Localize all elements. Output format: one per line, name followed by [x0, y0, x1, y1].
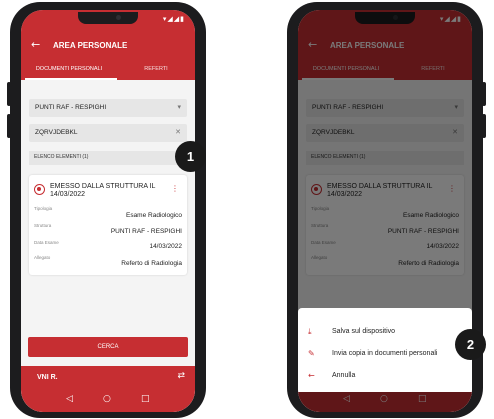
location-pin-icon [34, 184, 45, 195]
download-icon: ⤓ [308, 327, 312, 336]
camera-icon [116, 15, 121, 20]
field-label-struttura: Struttura [34, 223, 52, 228]
swap-user-icon[interactable]: ⇄ [177, 371, 185, 381]
app-screen: ▾◢◢▮ ← AREA PERSONALE DOCUMENTI PERSONAL… [298, 10, 472, 412]
bottom-sheet-menu: ⤓ Salva sul dispositivo ✎ Invia copia in… [298, 308, 472, 392]
camera-notch [78, 12, 138, 24]
page-title: AREA PERSONALE [53, 41, 128, 50]
app-screen: ▾◢◢▮ ← AREA PERSONALE DOCUMENTI PERSONAL… [21, 10, 195, 412]
volume-button [482, 114, 486, 138]
status-icons: ▾◢◢▮ [162, 15, 185, 23]
field-label-tipologia: Tipologia [34, 206, 53, 211]
arrow-left-icon[interactable]: ← [31, 38, 40, 51]
send-copy-label: Invia copia in documenti personali [332, 350, 438, 357]
main-content: PUNTI RAF - RESPIGHI ▾ ZQRVJDEBKL ✕ ELEN… [21, 80, 195, 412]
more-vertical-icon[interactable]: ⋮ [171, 184, 179, 193]
arrow-left-icon: ← [308, 371, 315, 380]
field-value-struttura: PUNTI RAF - RESPIGHI [110, 228, 182, 235]
field-label-data-esame: Data Esame [34, 240, 59, 245]
codice-value: ZQRVJDEBKL [35, 129, 78, 136]
nav-back-icon[interactable]: ◁ [66, 394, 73, 404]
tab-documenti-personali[interactable]: DOCUMENTI PERSONALI [21, 66, 117, 72]
clear-icon[interactable]: ✕ [175, 128, 181, 136]
volume-button [7, 82, 11, 106]
tab-referti[interactable]: REFERTI [117, 66, 195, 72]
step-badge-1: 1 [175, 141, 206, 172]
tutorial-canvas: ▾◢◢▮ ← AREA PERSONALE DOCUMENTI PERSONAL… [0, 0, 494, 419]
volume-button [482, 82, 486, 106]
struttura-value: PUNTI RAF - RESPIGHI [35, 104, 107, 111]
nav-recents-icon[interactable]: □ [141, 394, 150, 404]
field-value-allegato: Referto di Radiologia [121, 260, 182, 267]
chevron-down-icon: ▾ [177, 103, 181, 111]
user-bar: VNI R. ⇄ [21, 366, 195, 390]
save-to-device-option[interactable]: ⤓ Salva sul dispositivo [298, 322, 472, 344]
cancel-label: Annulla [332, 372, 356, 379]
cerca-button[interactable]: CERCA [28, 337, 188, 357]
document-card[interactable]: EMESSO DALLA STRUTTURA IL 14/03/2022 ⋮ T… [29, 175, 187, 275]
field-value-tipologia: Esame Radiologico [125, 212, 182, 219]
cancel-option[interactable]: ← Annulla [298, 366, 472, 388]
volume-button [7, 114, 11, 138]
cerca-label: CERCA [97, 344, 119, 350]
send-copy-option[interactable]: ✎ Invia copia in documenti personali [298, 344, 472, 366]
step-badge-2: 2 [455, 329, 486, 360]
list-header: ELENCO ELEMENTI (1) [29, 151, 187, 165]
card-title: EMESSO DALLA STRUTTURA IL 14/03/2022 [50, 183, 156, 198]
struttura-select[interactable]: PUNTI RAF - RESPIGHI ▾ [29, 99, 187, 117]
list-header-label: ELENCO ELEMENTI (1) [34, 154, 89, 160]
status-bar: ▾◢◢▮ [21, 10, 195, 32]
codice-input[interactable]: ZQRVJDEBKL ✕ [29, 124, 187, 142]
user-name: VNI R. [37, 374, 58, 381]
phone-frame-step-2: ▾◢◢▮ ← AREA PERSONALE DOCUMENTI PERSONAL… [287, 2, 486, 418]
field-value-data-esame: 14/03/2022 [149, 243, 182, 250]
tab-bar: DOCUMENTI PERSONALI REFERTI [21, 60, 195, 80]
save-to-device-label: Salva sul dispositivo [332, 328, 396, 335]
app-bar: ← AREA PERSONALE [21, 32, 195, 60]
field-label-allegato: Allegato [34, 255, 51, 260]
system-nav-bar: ◁ ○ □ [21, 390, 195, 412]
nav-home-icon[interactable]: ○ [103, 394, 111, 404]
phone-frame-step-1: ▾◢◢▮ ← AREA PERSONALE DOCUMENTI PERSONAL… [7, 2, 206, 418]
edit-icon: ✎ [308, 349, 315, 358]
